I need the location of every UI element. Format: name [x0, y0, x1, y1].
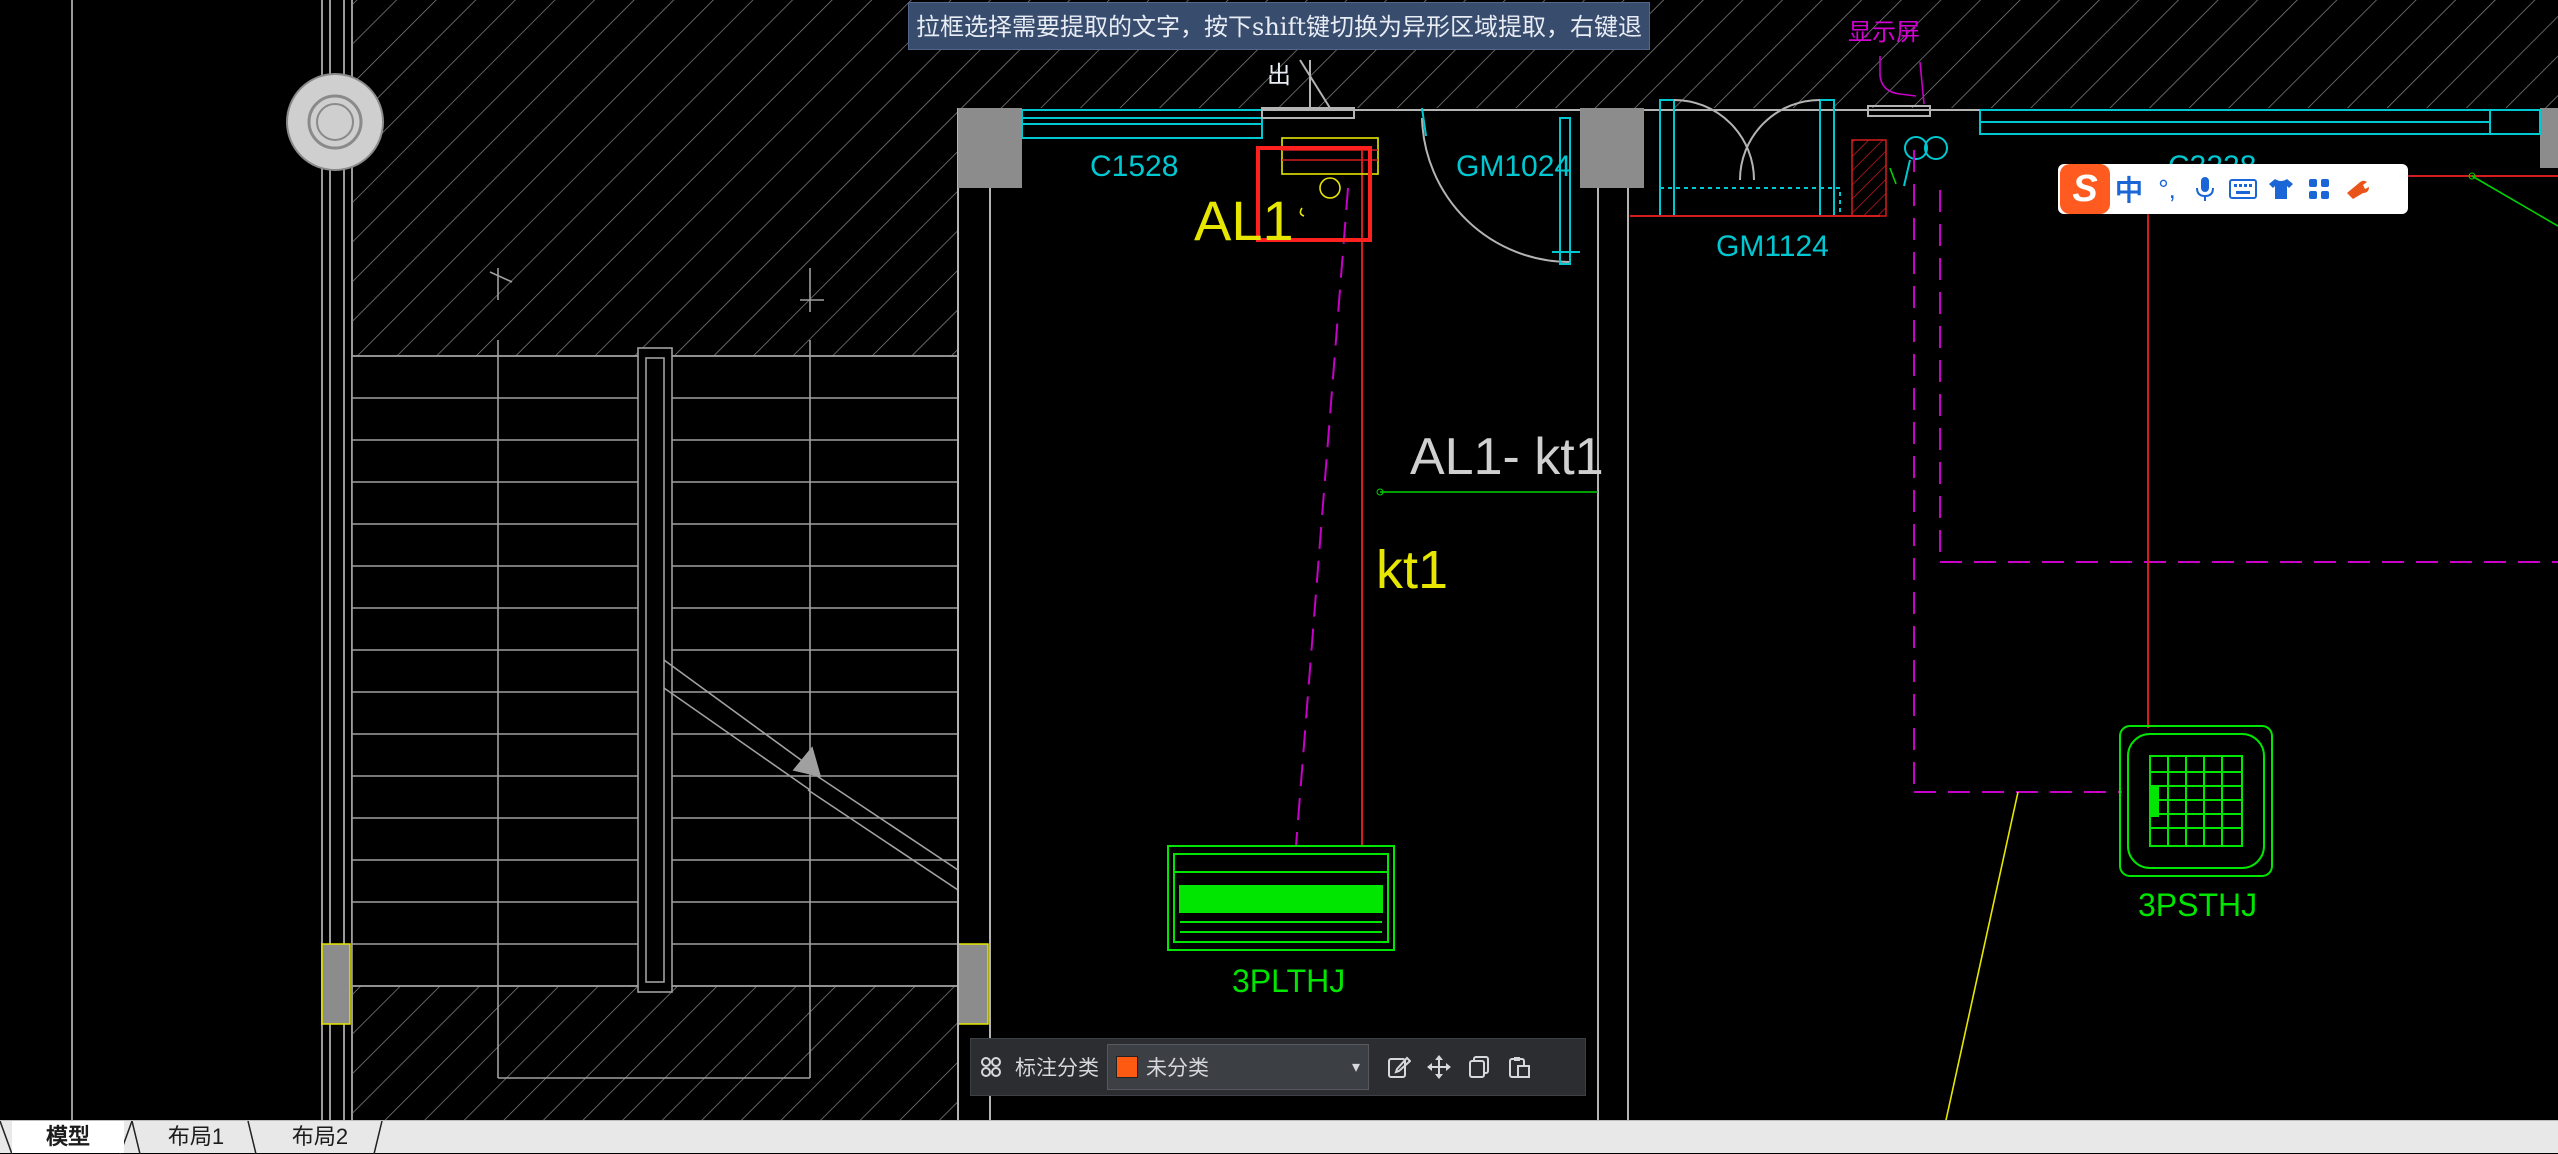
staircase: [351, 268, 959, 1079]
category-select[interactable]: 未分类 ▾: [1107, 1044, 1369, 1090]
magenta-dashed-zones: [1295, 150, 2558, 847]
label-circuit-al1-kt1: AL1- kt1: [1410, 428, 1604, 486]
tab-model[interactable]: 模型: [12, 1121, 124, 1153]
category-color-swatch: [1116, 1056, 1138, 1078]
wall-column: [1580, 108, 1644, 188]
sogou-logo[interactable]: S: [2060, 164, 2110, 214]
label-unit-3plthj: 3PLTHJ: [1232, 963, 1345, 999]
apps-icon[interactable]: [2300, 164, 2338, 214]
skin-icon[interactable]: [2262, 164, 2300, 214]
tab-layout1[interactable]: 布局1: [140, 1121, 252, 1153]
tab-layout2[interactable]: 布局2: [264, 1121, 376, 1153]
label-panel-al1: AL1: [1194, 189, 1294, 252]
annotation-toolbar: 标注分类 未分类 ▾: [970, 1038, 1586, 1096]
label-window-c1528: C1528: [1090, 150, 1178, 183]
label-display-screen: 显示屏: [1848, 19, 1920, 46]
label-door-gm1124: GM1124: [1716, 230, 1829, 263]
window-c3228: [1979, 109, 2541, 135]
punctuation-toggle[interactable]: °,: [2148, 164, 2186, 214]
ac-unit-3plthj: [1167, 845, 1395, 951]
label-unit-3psthj: 3PSTHJ: [2138, 887, 2257, 923]
category-selected-value: 未分类: [1146, 1057, 1209, 1080]
category-label: 标注分类: [1015, 1057, 1099, 1080]
label-circuit-kt1: kt1: [1376, 540, 1448, 600]
door-gm1024: [1421, 107, 1580, 265]
ime-toolbar[interactable]: S 中 °,: [2058, 164, 2408, 214]
door-gm1124: [1659, 99, 1841, 217]
chinese-mode-toggle[interactable]: 中: [2110, 164, 2148, 214]
move-icon[interactable]: [1419, 1038, 1459, 1096]
label-door-gm1024: GM1024: [1456, 150, 1571, 183]
edit-icon[interactable]: [1379, 1038, 1419, 1096]
wall-column: [958, 108, 1022, 188]
chevron-down-icon: ▾: [1351, 1059, 1360, 1076]
layout-tabs-bar: 模型 布局1 布局2: [0, 1120, 2558, 1154]
copy-icon[interactable]: [1459, 1038, 1499, 1096]
paste-icon[interactable]: [1499, 1038, 1539, 1096]
microphone-icon[interactable]: [2186, 164, 2224, 214]
wrench-icon[interactable]: [2338, 164, 2376, 214]
keyboard-icon[interactable]: [2224, 164, 2262, 214]
window-c1528: [1021, 109, 1263, 139]
round-column: [286, 73, 384, 171]
extraction-hint-banner: 拉框选择需要提取的文字，按下shift键切换为异形区域提取，右键退出: [908, 2, 1650, 89]
layout-grid-icon[interactable]: [971, 1038, 1011, 1096]
ac-unit-3psthj: [2119, 725, 2273, 877]
